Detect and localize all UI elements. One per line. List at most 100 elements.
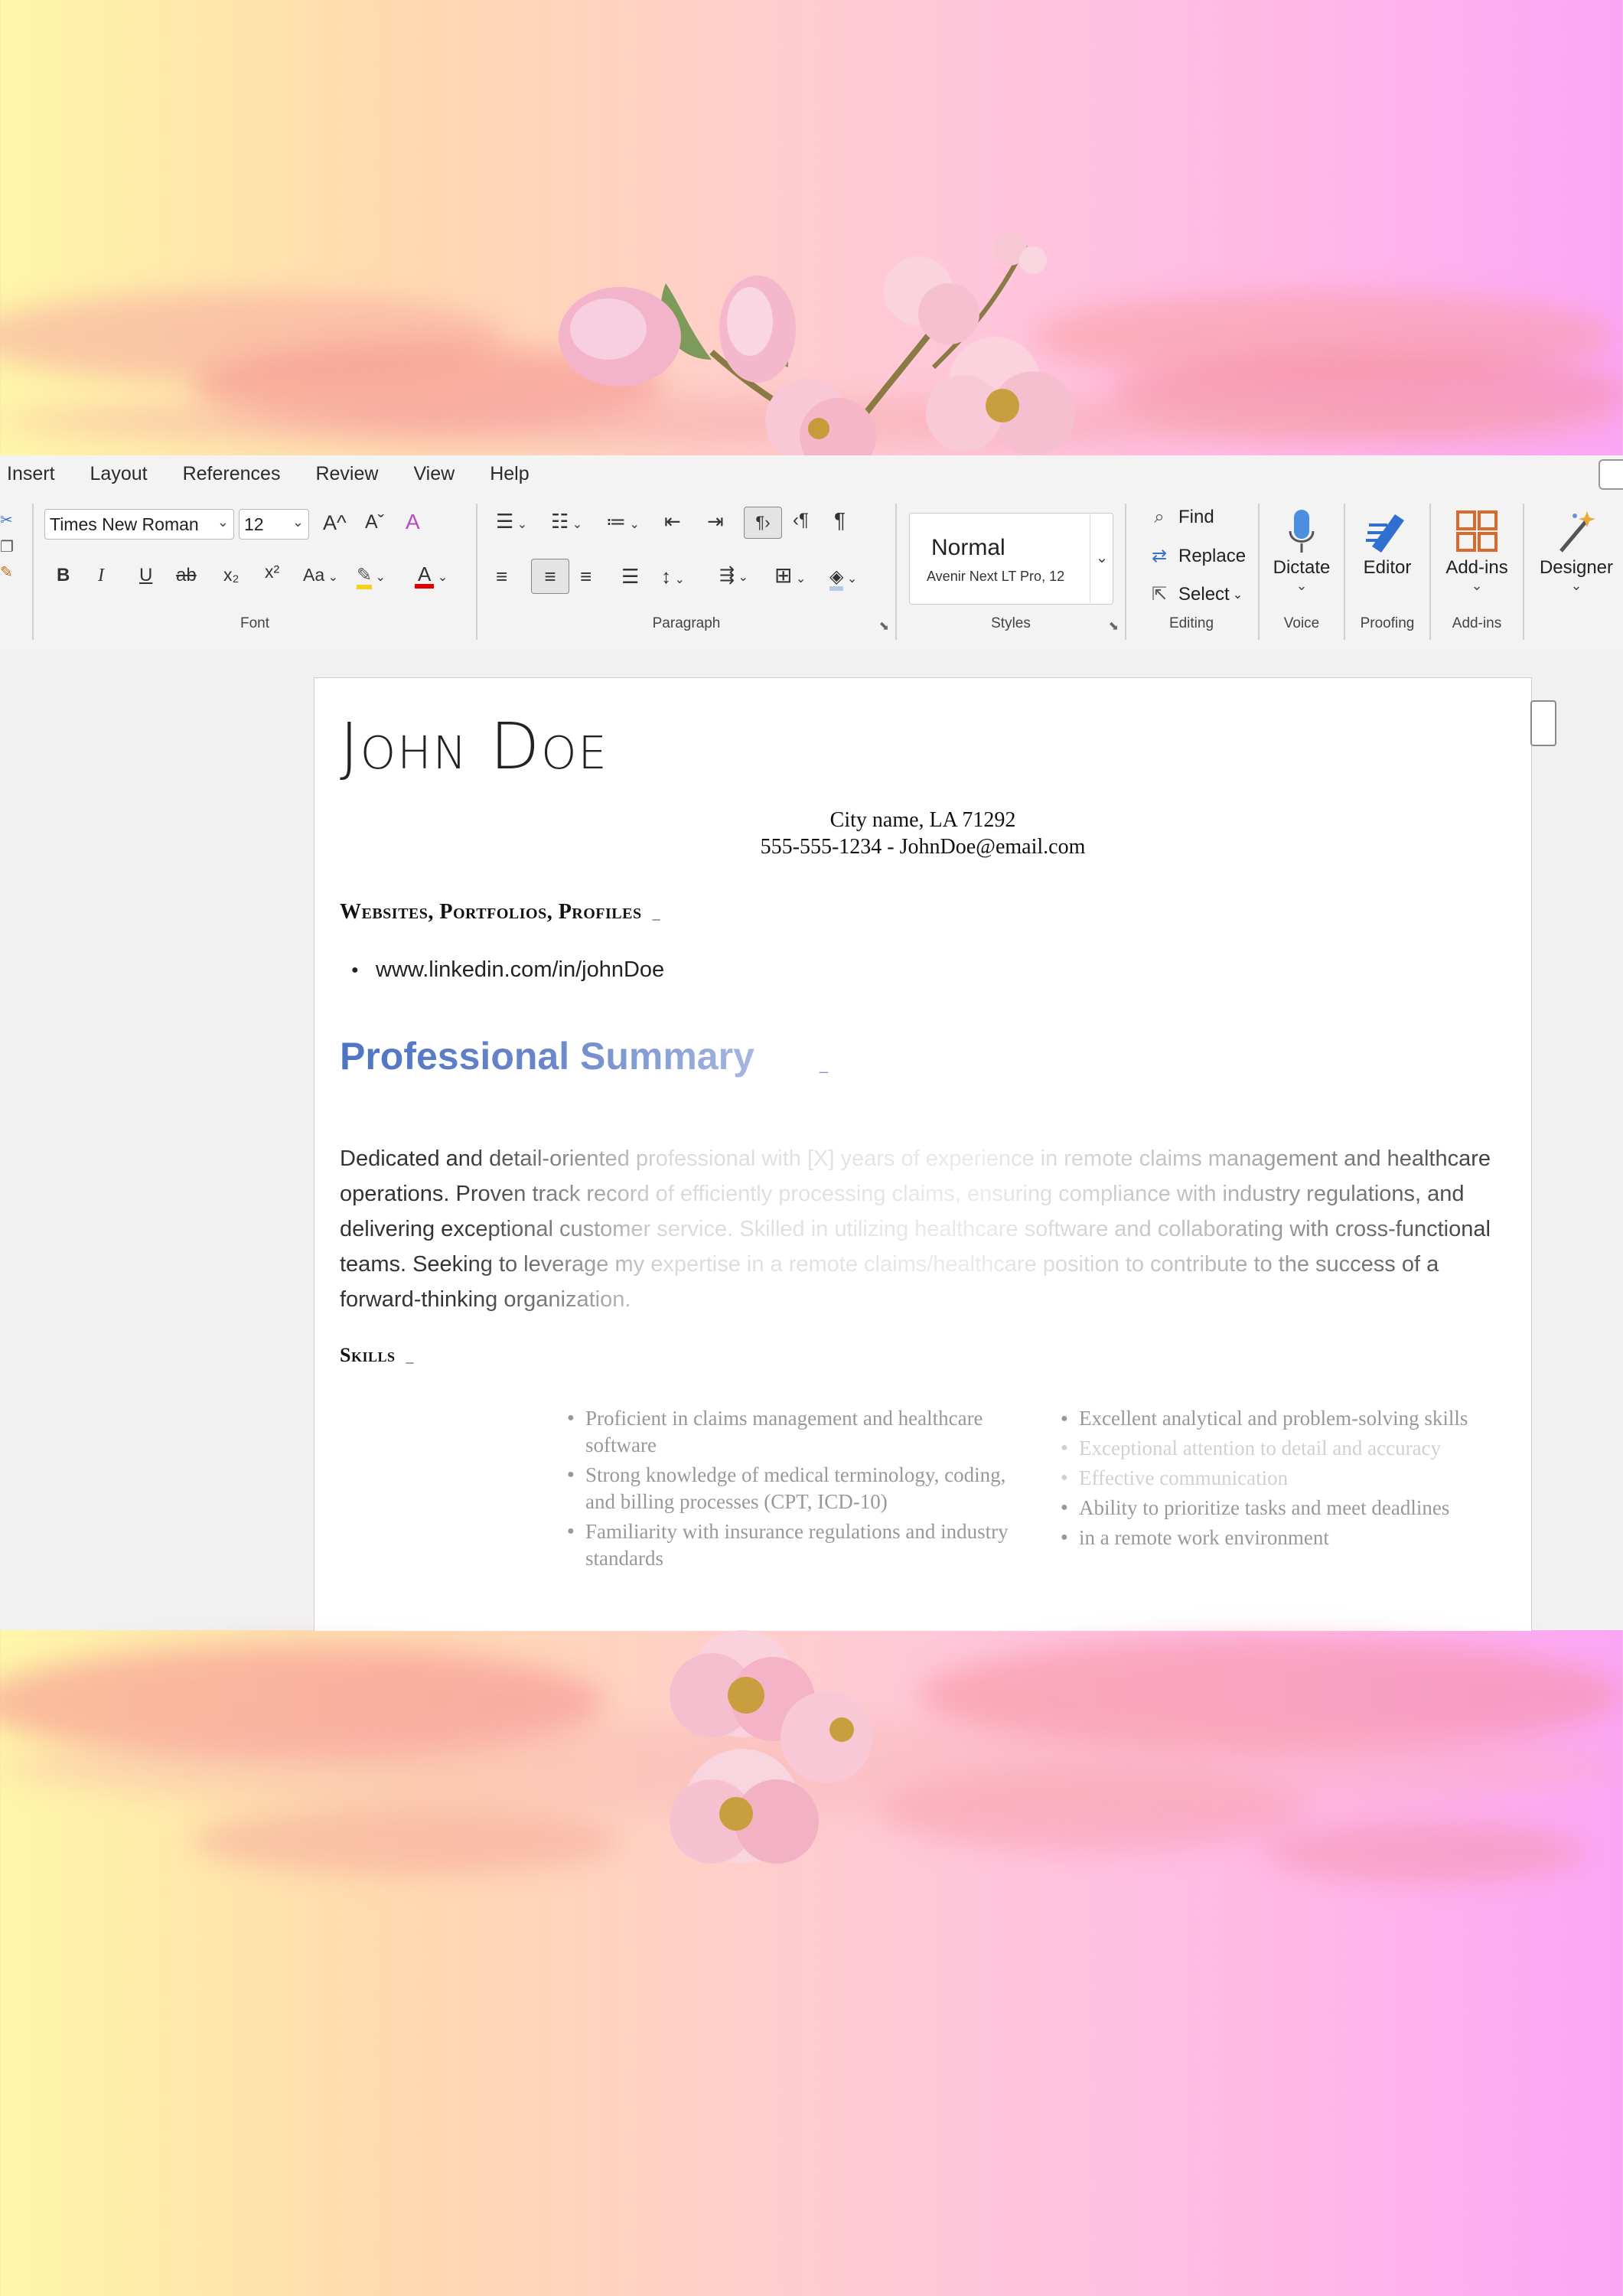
professional-summary-text: Dedicated and detail-oriented profession…	[340, 1146, 1491, 1312]
font-family-select[interactable]: Times New Roman ⌄	[44, 509, 234, 540]
skill-item: Exceptional attention to detail and accu…	[1061, 1434, 1508, 1462]
professional-summary-heading: Professional Summary	[340, 1035, 754, 1078]
shrink-font-button[interactable]: Aˇ	[365, 513, 384, 532]
format-painter-icon[interactable]: ✎	[0, 565, 13, 580]
resume-name: John Doe	[340, 709, 608, 784]
align-left-icon[interactable]: ≡	[496, 566, 507, 586]
copy-icon[interactable]: ❐	[0, 540, 14, 555]
change-case-button[interactable]: Aa ⌄	[303, 566, 338, 584]
style-gallery-expand-icon[interactable]: ⌄	[1090, 513, 1113, 603]
skills-heading: Skills _	[340, 1344, 414, 1367]
font-group-label: Font	[240, 615, 270, 631]
paragraph-dialog-launcher-icon[interactable]: ⬊	[879, 618, 889, 634]
tab-review[interactable]: Review	[315, 463, 378, 485]
tab-view[interactable]: View	[413, 463, 455, 485]
websites-heading: Websites, Portfolios, Profiles _	[340, 900, 660, 925]
clear-formatting-icon[interactable]: A	[406, 511, 420, 533]
comments-button[interactable]	[1599, 459, 1623, 490]
justify-icon[interactable]: ☰	[621, 566, 639, 586]
top-blossom-illustration	[536, 214, 1133, 459]
ltr-direction-icon[interactable]: ¶›	[744, 507, 782, 539]
styles-group-label: Styles	[991, 615, 1031, 631]
voice-group-label: Voice	[1283, 615, 1320, 631]
numbering-icon[interactable]: ☷ ⌄	[551, 511, 582, 531]
designer-button[interactable]: Designer ⌄	[1529, 505, 1623, 592]
grow-font-button[interactable]: A^	[323, 513, 347, 533]
bold-button[interactable]: B	[57, 566, 70, 585]
chevron-down-icon: ⌄	[217, 514, 229, 530]
websites-heading-text: Websites, Portfolios, Profiles	[340, 900, 642, 924]
addins-group: Add-ins ⌄ Add-ins	[1431, 497, 1523, 643]
tab-references[interactable]: References	[183, 463, 281, 485]
font-size-select[interactable]: 12 ⌄	[239, 509, 309, 540]
address-line: City name, LA 71292	[829, 808, 1016, 832]
contact-line: 555-555-1234 - JohnDoe@email.com	[760, 835, 1086, 859]
font-group: Times New Roman ⌄ 12 ⌄ A^ Aˇ A B I U ab …	[34, 497, 476, 643]
underline-button[interactable]: U	[139, 566, 152, 585]
paint-bucket-icon: ◈	[829, 568, 844, 591]
bullets-icon[interactable]: ☰ ⌄	[496, 511, 527, 531]
font-color-button[interactable]: A ⌄	[415, 563, 448, 589]
indent-spacing-icon[interactable]: ⇶ ⌄	[719, 566, 748, 585]
change-case-label: Aa	[303, 565, 325, 585]
editing-group: Editing	[1126, 497, 1256, 643]
skill-item: Excellent analytical and problem-solving…	[1061, 1404, 1508, 1432]
designer-label: Designer	[1539, 557, 1614, 578]
editor-pen-icon	[1345, 505, 1429, 557]
tab-insert[interactable]: Insert	[7, 463, 55, 485]
cut-icon[interactable]: ✂	[0, 513, 13, 528]
skill-item: Familiarity with insurance regulations a…	[567, 1518, 1015, 1572]
linkedin-link[interactable]: www.linkedin.com/in/johnDoe	[351, 957, 664, 983]
document-canvas: John Doe City name, LA 71292 555-555-123…	[0, 651, 1623, 1631]
chevron-down-icon: ⌄	[292, 514, 304, 530]
show-formatting-icon[interactable]: ¶	[834, 510, 846, 531]
styles-dialog-launcher-icon[interactable]: ⬊	[1109, 618, 1119, 634]
line-spacing-icon[interactable]: ↕ ⌄	[661, 566, 685, 586]
style-name: Normal	[931, 535, 1005, 560]
word-ribbon: Insert Layout References Review View Hel…	[0, 455, 1623, 651]
skills-list: Proficient in claims management and heal…	[567, 1404, 1508, 1572]
tab-help[interactable]: Help	[490, 463, 529, 485]
paragraph-group: ☰ ⌄ ☷ ⌄ ≔ ⌄ ⇤ ⇥ ¶› ‹¶ ¶ ≡ ≡ ≡ ☰ ↕ ⌄ ⇶ ⌄ …	[477, 497, 895, 643]
highlight-color-button[interactable]: ✎ ⌄	[357, 563, 386, 589]
shading-icon[interactable]: ◈ ⌄	[829, 565, 857, 591]
ribbon-tab-bar: Insert Layout References Review View Hel…	[0, 455, 1623, 492]
microphone-icon	[1260, 505, 1344, 557]
skill-item: Effective communication	[1061, 1464, 1508, 1492]
dictate-label: Dictate	[1273, 557, 1331, 578]
subscript-button[interactable]: x₂	[223, 566, 239, 584]
bottom-blossom-illustration	[627, 1623, 934, 1898]
editor-button[interactable]: Editor	[1345, 505, 1429, 579]
rtl-direction-icon[interactable]: ‹¶	[793, 511, 809, 530]
align-center-icon[interactable]: ≡	[531, 559, 569, 594]
font-color-icon: A	[415, 564, 435, 589]
increase-indent-icon[interactable]: ⇥	[707, 511, 724, 531]
multilevel-list-icon[interactable]: ≔ ⌄	[606, 511, 640, 531]
skill-item: Ability to prioritize tasks and meet dea…	[1061, 1494, 1508, 1521]
dictate-button[interactable]: Dictate ⌄	[1260, 505, 1344, 592]
document-page[interactable]: John Doe City name, LA 71292 555-555-123…	[314, 677, 1532, 1631]
decrease-indent-icon[interactable]: ⇤	[664, 511, 681, 531]
designer-wand-icon	[1529, 505, 1623, 557]
style-font-description: Avenir Next LT Pro, 12	[927, 569, 1065, 584]
strikethrough-button[interactable]: ab	[176, 566, 197, 585]
addins-button[interactable]: Add-ins ⌄	[1431, 505, 1523, 592]
font-size-value: 12	[244, 514, 264, 534]
style-gallery-normal[interactable]: Normal Avenir Next LT Pro, 12	[909, 513, 1113, 605]
editing-group-label: Editing	[1168, 615, 1214, 631]
addins-grid-icon	[1431, 505, 1523, 557]
tab-layout[interactable]: Layout	[90, 463, 148, 485]
align-right-icon[interactable]: ≡	[580, 566, 592, 586]
proofing-group-label: Proofing	[1360, 615, 1415, 631]
paragraph-group-label: Paragraph	[652, 615, 721, 631]
vertical-scrollbar-thumb[interactable]	[1530, 700, 1556, 746]
heading-marker: _	[820, 1057, 829, 1074]
skill-item: Proficient in claims management and heal…	[567, 1404, 1015, 1459]
skill-item: Strong knowledge of medical terminology,…	[567, 1461, 1015, 1515]
italic-button[interactable]: I	[98, 566, 104, 585]
heading-marker: _	[406, 1349, 414, 1365]
skill-item: in a remote work environment	[1061, 1524, 1508, 1551]
superscript-button[interactable]: x²	[265, 563, 279, 581]
proofing-group: Editor Proofing	[1345, 497, 1429, 643]
borders-icon[interactable]: ⊞ ⌄	[774, 565, 806, 586]
